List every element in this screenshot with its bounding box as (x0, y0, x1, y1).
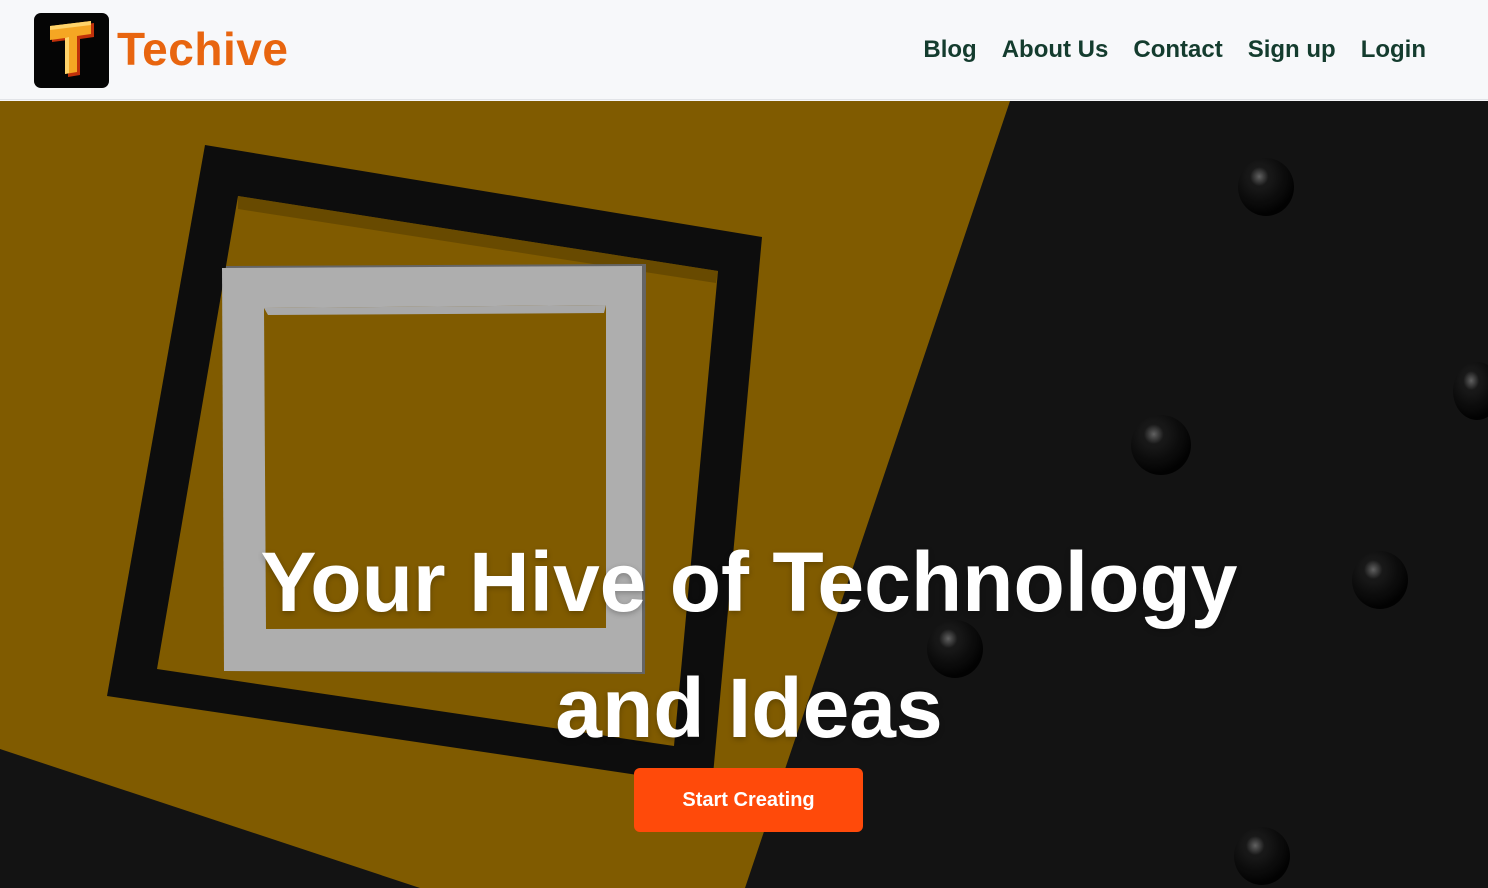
top-navbar: Techive Blog About Us Contact Sign up Lo… (0, 0, 1488, 100)
start-creating-button[interactable]: Start Creating (634, 768, 863, 832)
nav-link-about-us[interactable]: About Us (1002, 32, 1109, 68)
nav-link-login[interactable]: Login (1361, 32, 1426, 68)
nav-link-sign-up[interactable]: Sign up (1248, 32, 1336, 68)
brand-name[interactable]: Techive (117, 22, 288, 76)
hero-section: Your Hive of Technology and Ideas Start … (0, 101, 1488, 888)
hero-title-line-1: Your Hive of Technology (260, 535, 1238, 629)
hero-title-line-2: and Ideas (555, 661, 943, 755)
logo-icon[interactable] (34, 13, 109, 88)
main-nav: Blog About Us Contact Sign up Login (923, 32, 1426, 68)
nav-link-contact[interactable]: Contact (1133, 32, 1222, 68)
nav-link-blog[interactable]: Blog (923, 32, 976, 68)
hero-title: Your Hive of Technology and Ideas (0, 519, 1488, 771)
